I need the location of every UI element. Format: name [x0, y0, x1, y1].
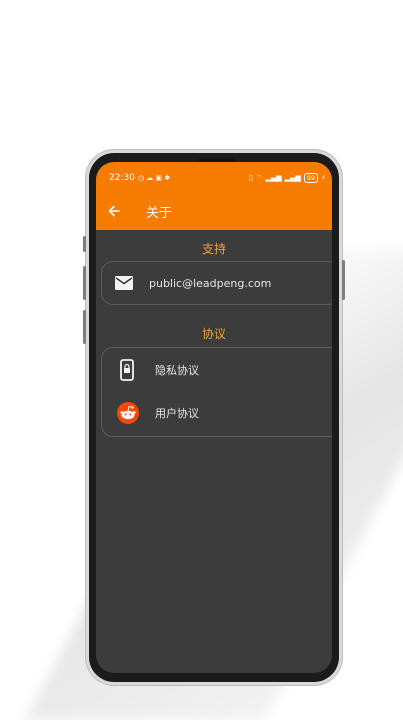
vibrate-icon: ▯ [249, 174, 253, 182]
signal-icon: ▂▄▆ [265, 174, 282, 182]
mail-icon [115, 276, 133, 290]
terms-label: 用户协议 [155, 407, 199, 420]
phone-lock-icon [120, 359, 134, 381]
charging-icon: ⚡ [321, 174, 326, 182]
section-header-support: 支持 [201, 242, 226, 256]
phone-bezel: 22:30 ◷ ☁ ▣ ✱ ▯ ⌔ ▂▄▆ ▂▄▆ 99 ⚡ 关于 支持 pub… [89, 153, 339, 682]
battery-icon: 99 [303, 173, 319, 183]
app-bar: 22:30 ◷ ☁ ▣ ✱ ▯ ⌔ ▂▄▆ ▂▄▆ 99 ⚡ 关于 [96, 162, 332, 230]
support-card: public@leadpeng.com [101, 261, 332, 305]
volume-down-button [83, 310, 86, 344]
status-bar: 22:30 ◷ ☁ ▣ ✱ ▯ ⌔ ▂▄▆ ▂▄▆ 99 ⚡ [109, 170, 326, 186]
list-item-privacy[interactable]: 隐私协议 [102, 350, 332, 390]
notification-icons: ◷ ☁ ▣ ✱ [137, 174, 171, 182]
reddit-icon [117, 402, 139, 424]
section-header-agreements: 协议 [201, 327, 226, 341]
email-label: public@leadpeng.com [149, 276, 272, 290]
earpiece [199, 158, 235, 162]
toolbar: 关于 [96, 198, 332, 224]
signal-2-icon: ▂▄▆ [284, 174, 301, 182]
arrow-left-icon[interactable] [106, 203, 122, 219]
power-button [342, 260, 345, 300]
agreements-card: 隐私协议 用户协议 [101, 347, 332, 437]
phone-frame: 22:30 ◷ ☁ ▣ ✱ ▯ ⌔ ▂▄▆ ▂▄▆ 99 ⚡ 关于 支持 pub… [83, 150, 345, 685]
wifi-icon: ⌔ [255, 173, 263, 182]
volume-up-button [83, 266, 86, 300]
list-item-terms[interactable]: 用户协议 [102, 393, 332, 433]
list-item-email[interactable]: public@leadpeng.com [102, 263, 332, 303]
app-screen: 22:30 ◷ ☁ ▣ ✱ ▯ ⌔ ▂▄▆ ▂▄▆ 99 ⚡ 关于 支持 pub… [96, 162, 332, 673]
page-title: 关于 [146, 206, 173, 221]
side-button [83, 236, 86, 252]
privacy-label: 隐私协议 [155, 364, 199, 377]
status-time: 22:30 [109, 173, 135, 183]
